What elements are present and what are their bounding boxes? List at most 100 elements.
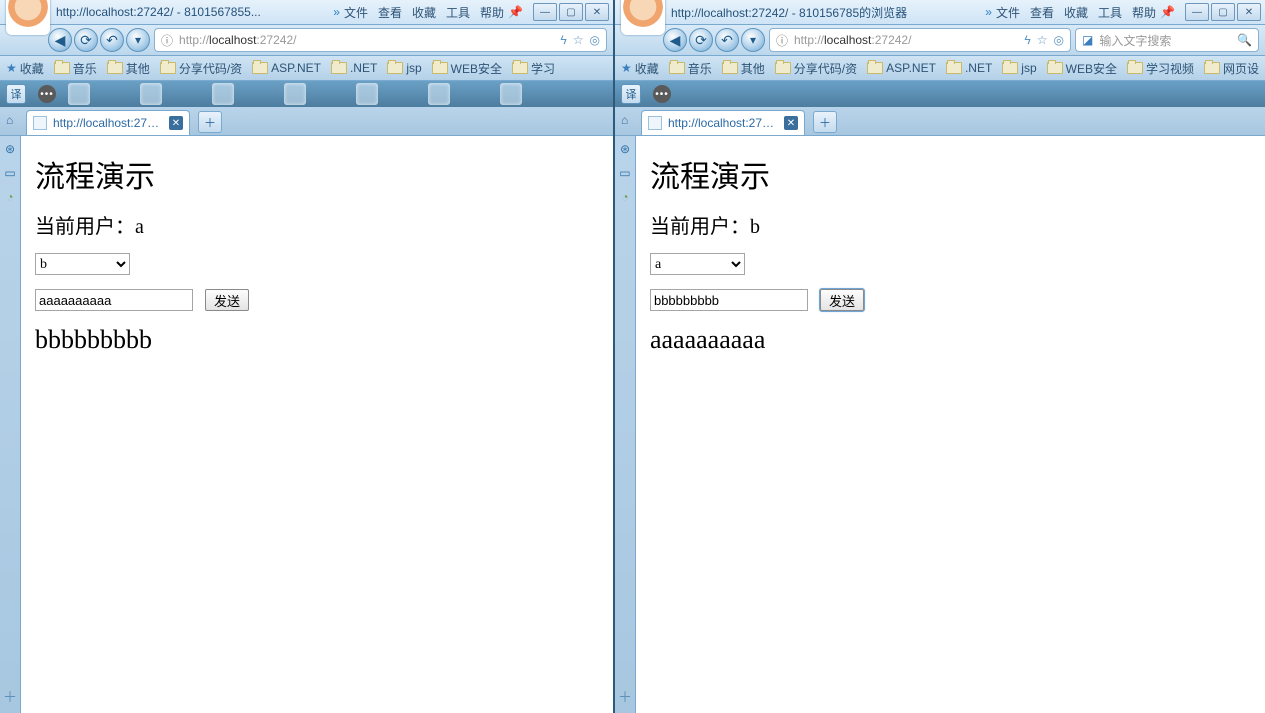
active-tab[interactable]: http://localhost:2724... ✕ xyxy=(26,110,190,135)
message-input[interactable] xyxy=(650,289,808,311)
nav-toolbar: ◀ ⟳ ↶ ▾ ⓘ http://localhost:27242/ ϟ ☆ ◎ xyxy=(615,25,1265,56)
lightning-icon[interactable]: ϟ xyxy=(1024,33,1030,47)
site-info-icon[interactable]: ⓘ xyxy=(776,32,788,49)
back-button[interactable]: ◀ xyxy=(663,28,687,52)
back-button[interactable]: ◀ xyxy=(48,28,72,52)
bookmark-net[interactable]: .NET xyxy=(946,61,992,75)
star-icon[interactable]: ☆ xyxy=(1037,33,1048,47)
close-button[interactable]: ✕ xyxy=(585,3,609,21)
menu-file[interactable]: 文件 xyxy=(344,4,368,21)
home-button[interactable]: ▾ xyxy=(126,28,150,52)
compass-icon[interactable]: ◎ xyxy=(589,33,599,47)
bookmarks-bar: ★收藏 音乐 其他 分享代码/资 ASP.NET .NET jsp WEB安全 … xyxy=(0,56,613,81)
message-input[interactable] xyxy=(35,289,193,311)
side-mobile-icon[interactable]: ▭ xyxy=(4,166,15,180)
address-bar[interactable]: ⓘ http://localhost:27242/ ϟ ☆ ◎ xyxy=(154,28,607,52)
tab-close-icon[interactable]: ✕ xyxy=(784,116,798,130)
bookmark-favorites[interactable]: ★收藏 xyxy=(6,60,44,77)
bookmark-asp[interactable]: ASP.NET xyxy=(252,61,321,75)
bookmark-jsp[interactable]: jsp xyxy=(1002,61,1036,75)
menu-file[interactable]: 文件 xyxy=(996,4,1020,21)
menu-view[interactable]: 查看 xyxy=(1030,4,1054,21)
bookmark-jsp[interactable]: jsp xyxy=(387,61,421,75)
menu-tools[interactable]: 工具 xyxy=(1098,4,1122,21)
bookmark-other[interactable]: 其他 xyxy=(107,60,150,77)
menu-help[interactable]: 帮助 xyxy=(1132,4,1156,21)
more-icon[interactable]: ••• xyxy=(38,85,56,103)
desktop-icon xyxy=(428,83,450,105)
menu-help[interactable]: 帮助 xyxy=(480,4,504,21)
tab-favicon xyxy=(648,116,662,130)
tab-title: http://localhost:2724... xyxy=(53,116,163,130)
tab-close-icon[interactable]: ✕ xyxy=(169,116,183,130)
maximize-button[interactable]: ▢ xyxy=(1211,3,1235,21)
bookmark-share[interactable]: 分享代码/资 xyxy=(160,60,242,77)
new-tab-button[interactable]: ＋ xyxy=(813,111,837,133)
search-icon[interactable]: 🔍 xyxy=(1237,33,1252,47)
side-gear-icon[interactable]: ⊛ xyxy=(5,142,15,156)
bookmark-other[interactable]: 其他 xyxy=(722,60,765,77)
bookmark-favorites[interactable]: ★收藏 xyxy=(621,60,659,77)
send-button[interactable]: 发送 xyxy=(820,289,864,311)
side-clock-icon[interactable]: ◔ xyxy=(621,190,628,204)
bookmark-websec[interactable]: WEB安全 xyxy=(432,60,502,77)
more-icon[interactable]: ••• xyxy=(653,85,671,103)
undo-button[interactable]: ↶ xyxy=(100,28,124,52)
home-icon[interactable]: ⌂ xyxy=(621,113,637,129)
page-content: 流程演示 当前用户：b a 发送 aaaaaaaaaa xyxy=(636,136,1265,713)
side-add-icon[interactable]: ＋ xyxy=(3,687,17,707)
pin-icon[interactable]: 📌 xyxy=(508,5,523,19)
received-message: aaaaaaaaaa xyxy=(650,325,1251,355)
new-tab-button[interactable]: ＋ xyxy=(198,111,222,133)
bookmark-music[interactable]: 音乐 xyxy=(669,60,712,77)
side-mobile-icon[interactable]: ▭ xyxy=(619,166,630,180)
site-info-icon[interactable]: ⓘ xyxy=(161,32,173,49)
bookmark-asp[interactable]: ASP.NET xyxy=(867,61,936,75)
lightning-icon[interactable]: ϟ xyxy=(560,33,566,47)
page-heading: 流程演示 xyxy=(650,152,1251,196)
search-engine-icon[interactable]: ◪ xyxy=(1082,33,1093,47)
extension-icon[interactable]: 译 xyxy=(6,84,26,104)
menu-fav[interactable]: 收藏 xyxy=(412,4,436,21)
home-button[interactable]: ▾ xyxy=(741,28,765,52)
desktop-icon xyxy=(140,83,162,105)
window-titlebar: http://localhost:27242/ - 810156785的浏览器 … xyxy=(615,0,1265,25)
browser-window-left: http://localhost:27242/ - 8101567855... … xyxy=(0,0,613,713)
active-tab[interactable]: http://localhost:2724... ✕ xyxy=(641,110,805,135)
compass-icon[interactable]: ◎ xyxy=(1054,33,1064,47)
side-clock-icon[interactable]: ◔ xyxy=(6,190,13,204)
recipient-select[interactable]: b xyxy=(35,253,130,275)
extension-icon[interactable]: 译 xyxy=(621,84,641,104)
browser-window-right: http://localhost:27242/ - 810156785的浏览器 … xyxy=(613,0,1265,713)
address-bar[interactable]: ⓘ http://localhost:27242/ ϟ ☆ ◎ xyxy=(769,28,1071,52)
star-icon[interactable]: ☆ xyxy=(573,33,584,47)
recipient-select[interactable]: a xyxy=(650,253,745,275)
bookmark-webdesign[interactable]: 网页设 xyxy=(1204,60,1259,77)
undo-button[interactable]: ↶ xyxy=(715,28,739,52)
minimize-button[interactable]: — xyxy=(1185,3,1209,21)
search-box[interactable]: ◪ 输入文字搜索 🔍 xyxy=(1075,28,1259,52)
user-avatar xyxy=(621,0,665,35)
side-gear-icon[interactable]: ⊛ xyxy=(620,142,630,156)
side-add-icon[interactable]: ＋ xyxy=(618,687,632,707)
refresh-button[interactable]: ⟳ xyxy=(689,28,713,52)
menu-tools[interactable]: 工具 xyxy=(446,4,470,21)
bookmark-studyvid[interactable]: 学习视频 xyxy=(1127,60,1194,77)
menu-fav[interactable]: 收藏 xyxy=(1064,4,1088,21)
bookmark-study[interactable]: 学习 xyxy=(512,60,555,77)
bookmark-websec[interactable]: WEB安全 xyxy=(1047,60,1117,77)
send-button[interactable]: 发送 xyxy=(205,289,249,311)
menu-view[interactable]: 查看 xyxy=(378,4,402,21)
bookmark-net[interactable]: .NET xyxy=(331,61,377,75)
maximize-button[interactable]: ▢ xyxy=(559,3,583,21)
bookmark-music[interactable]: 音乐 xyxy=(54,60,97,77)
minimize-button[interactable]: — xyxy=(533,3,557,21)
chevron-right-icon: » xyxy=(333,5,340,19)
home-icon[interactable]: ⌂ xyxy=(6,113,22,129)
refresh-button[interactable]: ⟳ xyxy=(74,28,98,52)
pin-icon[interactable]: 📌 xyxy=(1160,5,1175,19)
desktop-icon xyxy=(500,83,522,105)
close-button[interactable]: ✕ xyxy=(1237,3,1261,21)
bookmark-share[interactable]: 分享代码/资 xyxy=(775,60,857,77)
current-user-label: 当前用户：a xyxy=(35,210,599,239)
